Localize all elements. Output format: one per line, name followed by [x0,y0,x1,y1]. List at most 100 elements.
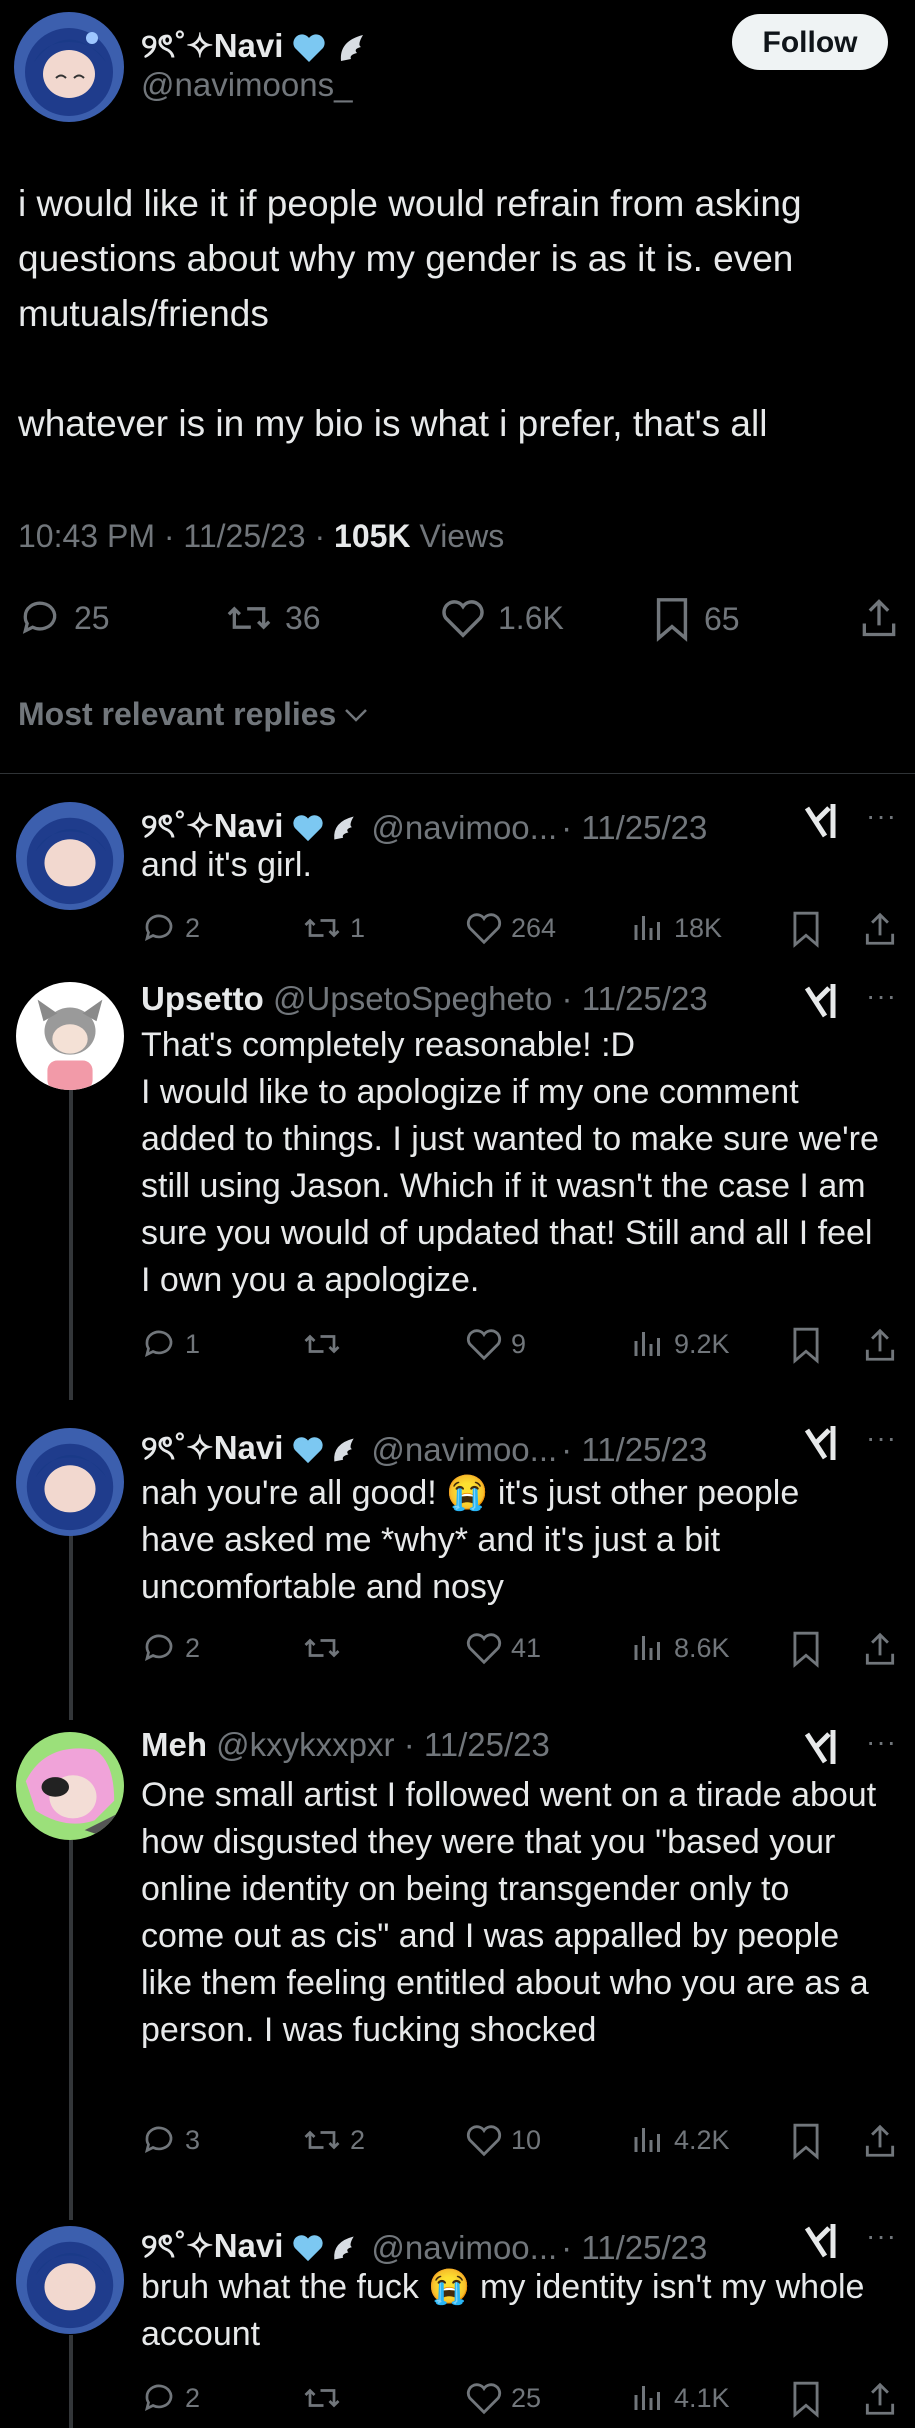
reply-count: 3 [185,2124,201,2155]
share-upload-icon [862,2122,898,2160]
views-button[interactable]: 4.1K [630,2380,730,2416]
bookmark-icon [652,596,692,642]
blue-heart-icon [291,1435,325,1465]
reply-author-name[interactable]: Meh [141,1726,207,1763]
reply-handle[interactable]: @UpsetoSpegheto [273,980,552,1017]
like-button[interactable]: 9 [465,1326,526,1362]
share-upload-icon [858,596,900,640]
speech-bubble-icon [18,596,62,640]
repost-button[interactable]: 1 [302,910,365,946]
bookmark-icon [790,2380,822,2418]
reply-header: Meh @kxykxxpxr · 11/25/23 [141,1726,550,1764]
share-upload-icon [862,910,898,948]
author-avatar[interactable] [14,12,124,122]
repost-arrows-icon [302,1326,342,1362]
grok-icon[interactable] [803,800,847,847]
bookmark-icon [790,2122,822,2160]
grok-icon[interactable] [803,1726,847,1773]
heart-icon [440,596,486,640]
share-button[interactable] [862,1326,906,1364]
follow-button[interactable]: Follow [732,14,888,70]
more-dots-icon[interactable]: ··· [866,1422,897,1454]
like-button[interactable]: 25 [465,2380,541,2416]
share-button[interactable] [862,1630,906,1668]
share-button[interactable] [858,596,912,640]
reply-button[interactable]: 1 [141,1326,200,1362]
reply-button[interactable]: 3 [141,2122,200,2158]
reply-author-name[interactable]: Upsetto [141,980,264,1017]
share-button[interactable] [862,2122,906,2160]
heart-icon [465,1326,503,1362]
replies-sort-dropdown[interactable]: Most relevant replies [18,696,370,733]
angel-wing-icon [335,31,369,65]
speech-bubble-icon [141,1326,177,1362]
views-button[interactable]: 18K [630,910,722,946]
angel-wing-icon [329,2233,359,2263]
repost-button[interactable] [302,1630,350,1666]
views-button[interactable]: 8.6K [630,1630,730,1666]
bookmark-button[interactable]: 65 [652,596,740,642]
reply-button[interactable]: 25 [18,596,110,640]
reply-button[interactable]: 2 [141,1630,200,1666]
author-handle[interactable]: @navimoons_ [141,66,352,104]
reply-handle[interactable]: @navimoo... [371,2229,557,2267]
like-count: 25 [511,2382,542,2413]
like-button[interactable]: 41 [465,1630,541,1666]
reply-date[interactable]: · 11/25/23 [561,1431,707,1469]
views-button[interactable]: 9.2K [630,1326,730,1362]
reply-date[interactable]: · 11/25/23 [562,980,708,1017]
grok-icon[interactable] [803,1422,847,1469]
share-button[interactable] [862,2380,906,2418]
thread-line [69,1840,73,2220]
views-button[interactable]: 4.2K [630,2122,730,2158]
grok-icon[interactable] [803,2220,847,2267]
reply-avatar[interactable] [16,1732,124,1840]
bar-chart-icon [630,1630,666,1666]
views-count: 105K [334,518,411,554]
more-dots-icon[interactable]: ··· [866,800,897,832]
repost-button[interactable]: 36 [225,596,321,640]
reply-text: and it's girl. [141,846,312,884]
share-button[interactable] [862,910,906,948]
blue-heart-icon [291,813,325,843]
heart-icon [465,910,503,946]
grok-icon[interactable] [803,980,847,1027]
reply-avatar[interactable] [16,1428,124,1536]
views-count: 18K [674,912,723,943]
reply-date[interactable]: · 11/25/23 [404,1726,550,1763]
bookmark-button[interactable] [790,1326,830,1364]
reply-date[interactable]: · 11/25/23 [561,2229,707,2267]
speech-bubble-icon [141,2380,177,2416]
repost-button[interactable] [302,1326,350,1362]
reply-avatar[interactable] [16,2226,124,2334]
reply-handle[interactable]: @kxykxxpxr [216,1726,394,1763]
bar-chart-icon [630,910,666,946]
more-dots-icon[interactable]: ··· [866,980,897,1012]
like-button[interactable]: 10 [465,2122,541,2158]
tweet-time[interactable]: 10:43 PM [18,518,155,554]
repost-button[interactable] [302,2380,350,2416]
reply-button[interactable]: 2 [141,910,200,946]
reply-avatar[interactable] [16,802,124,910]
thread-line [69,2335,73,2428]
more-dots-icon[interactable]: ··· [866,1726,897,1758]
reply-avatar[interactable] [16,982,124,1090]
like-button[interactable]: 1.6K [440,596,564,640]
like-button[interactable]: 264 [465,910,556,946]
reply-text: bruh what the fuck 😭 my identity isn't m… [141,2268,874,2353]
reply-button[interactable]: 2 [141,2380,200,2416]
bookmark-button[interactable] [790,910,830,948]
bookmark-count: 65 [704,600,740,637]
like-count: 10 [511,2124,542,2155]
repost-button[interactable]: 2 [302,2122,365,2158]
reply-count: 2 [185,2382,201,2413]
views-count: 8.6K [674,1632,730,1663]
reply-handle[interactable]: @navimoo... [371,1431,557,1469]
reply-text: One small artist I followed went on a ti… [141,1776,886,2049]
tweet-date[interactable]: 11/25/23 [183,518,305,554]
tweet-meta: 10:43 PM · 11/25/23 · 105K Views [18,518,505,554]
more-dots-icon[interactable]: ··· [866,2220,897,2252]
bookmark-button[interactable] [790,1630,830,1668]
bookmark-button[interactable] [790,2380,830,2418]
bookmark-button[interactable] [790,2122,830,2160]
